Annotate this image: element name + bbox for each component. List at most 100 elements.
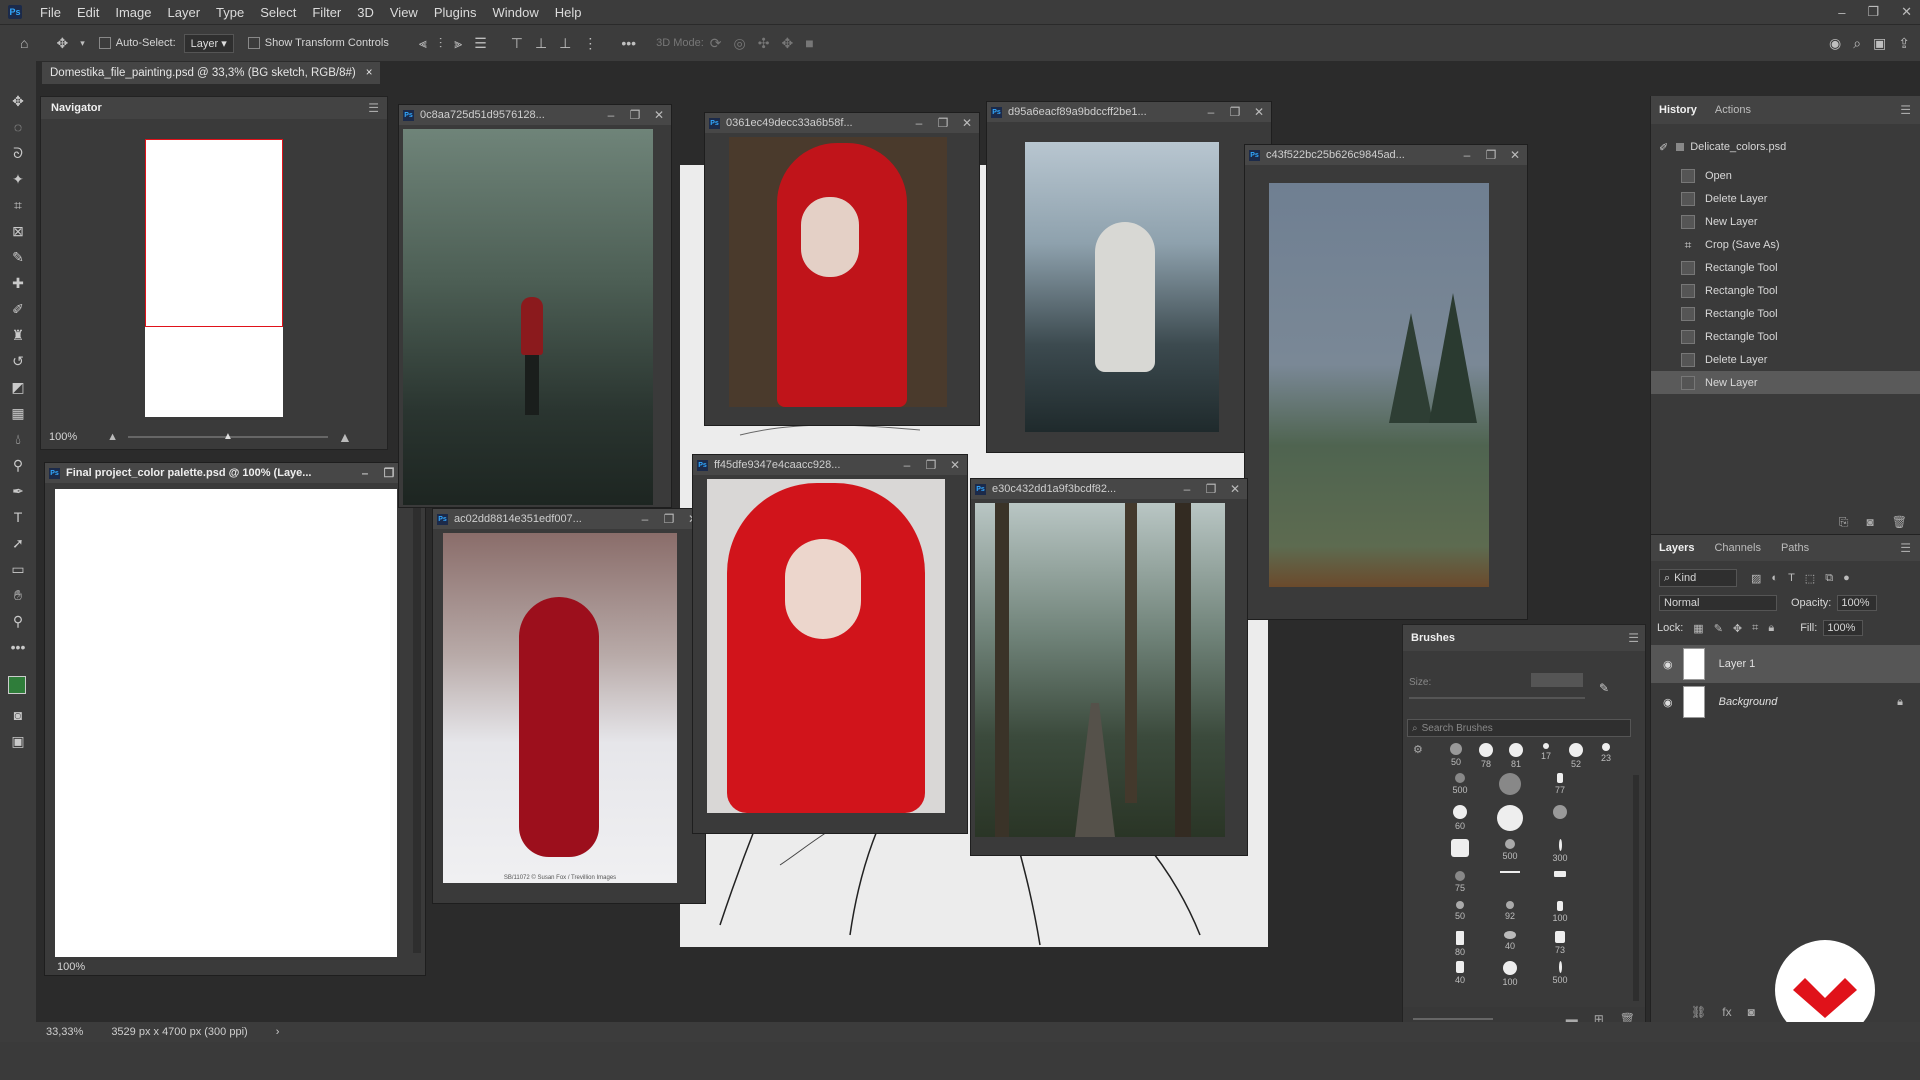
menu-filter[interactable]: Filter — [304, 5, 349, 20]
minimize-icon[interactable]: – — [599, 108, 623, 122]
layer-row-layer-1[interactable]: ◉ Layer 1 — [1651, 645, 1920, 683]
zoom-in-icon[interactable]: ▲ — [338, 429, 352, 445]
brush-preset[interactable] — [1495, 805, 1525, 833]
align-bottom-icon[interactable]: ⊥ — [559, 35, 571, 52]
brush-preset[interactable]: 78 — [1471, 743, 1501, 769]
distribute-icon[interactable]: ☰ — [474, 35, 487, 52]
menu-help[interactable]: Help — [547, 5, 590, 20]
brush-preset[interactable]: 500 — [1445, 773, 1475, 795]
layer-style-icon[interactable]: fx — [1722, 1005, 1731, 1019]
history-item[interactable]: Rectangle Tool — [1651, 279, 1920, 302]
brush-preset[interactable]: 100 — [1545, 901, 1575, 923]
brush-size-input[interactable] — [1531, 673, 1583, 687]
search-icon[interactable]: ⌕ — [1853, 35, 1861, 52]
more-tools-icon[interactable]: ••• — [7, 636, 29, 658]
minimize-icon[interactable]: – — [633, 512, 657, 526]
brush-preset[interactable]: 500 — [1495, 839, 1525, 861]
navigator-tab[interactable]: Navigator — [41, 102, 112, 114]
brushes-tab[interactable]: Brushes — [1403, 632, 1463, 644]
3d-roll-icon[interactable]: ◎ — [734, 35, 746, 52]
align-top-icon[interactable]: ⊤ — [511, 35, 523, 52]
rectangle-tool-icon[interactable]: ▭ — [7, 558, 29, 580]
history-item[interactable]: Rectangle Tool — [1651, 256, 1920, 279]
lasso-tool-icon[interactable]: ᘐ — [7, 142, 29, 164]
brush-preset[interactable]: 40 — [1495, 931, 1525, 951]
history-item[interactable]: Open — [1651, 164, 1920, 187]
menu-layer[interactable]: Layer — [160, 5, 209, 20]
pixel-filter-icon[interactable]: ▨ — [1751, 572, 1761, 585]
minimize-icon[interactable]: – — [907, 116, 931, 130]
menu-select[interactable]: Select — [252, 5, 304, 20]
navigator-view-box[interactable] — [145, 139, 283, 327]
chevron-down-icon[interactable]: ▾ — [80, 38, 85, 49]
document-window-6[interactable]: Ps ff45dfe9347e4caacc928... – ❐ ✕ — [692, 454, 968, 834]
camera-icon[interactable]: ◙ — [1867, 515, 1874, 530]
menu-edit[interactable]: Edit — [69, 5, 107, 20]
quick-mask-icon[interactable]: ◙ — [7, 704, 29, 726]
magic-wand-icon[interactable]: ✦ — [7, 168, 29, 190]
actions-tab[interactable]: Actions — [1715, 104, 1751, 116]
document-window-3[interactable]: Ps d95a6eacf89a9bdccff2be1... – ❐ ✕ — [986, 101, 1272, 453]
eye-icon[interactable]: ◉ — [1663, 696, 1673, 709]
brush-preset[interactable]: 73 — [1545, 931, 1575, 955]
show-transform-checkbox[interactable]: Show Transform Controls — [247, 37, 389, 50]
healing-brush-icon[interactable]: ✚ — [7, 272, 29, 294]
minimize-icon[interactable]: – — [1455, 148, 1479, 162]
history-snapshot[interactable]: ✐ Delicate_colors.psd — [1651, 132, 1920, 162]
brush-preset[interactable] — [1445, 839, 1475, 859]
restore-icon[interactable]: ❐ — [1199, 482, 1223, 496]
brush-preset[interactable]: 92 — [1495, 901, 1525, 921]
adjustment-filter-icon[interactable]: ◐ — [1771, 572, 1778, 585]
align-right-icon[interactable]: ⫸ — [454, 35, 462, 52]
zoom-out-icon[interactable]: ▲ — [107, 431, 118, 443]
minimize-icon[interactable]: – — [1199, 105, 1223, 119]
layers-tab[interactable]: Layers — [1659, 542, 1694, 554]
history-item[interactable]: ⌗ Crop (Save As) — [1651, 233, 1920, 256]
align-left-icon[interactable]: ⫷ — [419, 35, 427, 52]
close-icon[interactable]: ✕ — [1223, 482, 1247, 496]
restore-icon[interactable]: ❐ — [919, 458, 943, 472]
gradient-icon[interactable]: ▦ — [7, 402, 29, 424]
document-tab[interactable]: Domestika_file_painting.psd @ 33,3% (BG … — [42, 62, 381, 84]
brush-size-slider[interactable] — [1409, 697, 1585, 699]
brush-preset[interactable]: 23 — [1591, 743, 1621, 763]
filter-toggle-icon[interactable]: ● — [1843, 572, 1850, 585]
paths-tab[interactable]: Paths — [1781, 542, 1809, 554]
minimize-icon[interactable]: – — [1838, 5, 1845, 20]
history-item-selected[interactable]: New Layer — [1651, 371, 1920, 394]
fill-input[interactable]: 100% — [1823, 620, 1864, 636]
minimize-icon[interactable]: – — [895, 458, 919, 472]
new-brush-icon[interactable]: ✎ — [1599, 681, 1609, 695]
close-icon[interactable]: × — [366, 67, 373, 79]
panel-menu-icon[interactable]: ☰ — [1900, 103, 1911, 117]
document-window-2[interactable]: Ps 0361ec49decc33a6b58f... – ❐ ✕ — [704, 112, 980, 426]
zoom-slider[interactable]: ▲ — [128, 431, 329, 442]
blur-icon[interactable]: 💧︎ — [7, 428, 29, 450]
history-item[interactable]: Rectangle Tool — [1651, 302, 1920, 325]
close-icon[interactable]: ✕ — [1901, 4, 1912, 20]
path-select-icon[interactable]: ➚ — [7, 532, 29, 554]
document-window-4[interactable]: Ps c43f522bc25b626c9845ad... – ❐ ✕ — [1244, 144, 1528, 620]
user-icon[interactable]: ◉ — [1829, 35, 1841, 52]
close-icon[interactable]: ✕ — [943, 458, 967, 472]
brush-settings-icon[interactable]: ⚙ — [1413, 743, 1423, 756]
brush-preset[interactable]: 40 — [1445, 961, 1475, 985]
eraser-icon[interactable]: ◩ — [7, 376, 29, 398]
restore-icon[interactable]: ❐ — [657, 512, 681, 526]
lock-transparency-icon[interactable]: ▦ — [1693, 622, 1703, 635]
document-window-color-palette[interactable]: Ps Final project_color palette.psd @ 100… — [44, 462, 426, 976]
zoom-tool-icon[interactable]: ⚲ — [7, 610, 29, 632]
3d-camera-icon[interactable]: ■ — [805, 35, 813, 51]
restore-icon[interactable]: ❐ — [1479, 148, 1503, 162]
restore-icon[interactable]: ❐ — [1223, 105, 1247, 119]
frame-tool-icon[interactable]: ⊠ — [7, 220, 29, 242]
restore-icon[interactable]: ❐ — [623, 108, 647, 122]
lock-all-icon[interactable]: 🔒︎ — [1768, 622, 1774, 635]
channels-tab[interactable]: Channels — [1714, 542, 1760, 554]
stamp-tool-icon[interactable]: ♜ — [7, 324, 29, 346]
history-item[interactable]: Rectangle Tool — [1651, 325, 1920, 348]
blend-mode-dropdown[interactable]: Normal — [1659, 595, 1777, 611]
status-arrow-icon[interactable]: › — [276, 1026, 280, 1038]
document-window-5[interactable]: Ps ac02dd8814e351edf007... – ❐ ✕ SB/1107… — [432, 508, 706, 904]
close-icon[interactable]: ✕ — [1503, 148, 1527, 162]
